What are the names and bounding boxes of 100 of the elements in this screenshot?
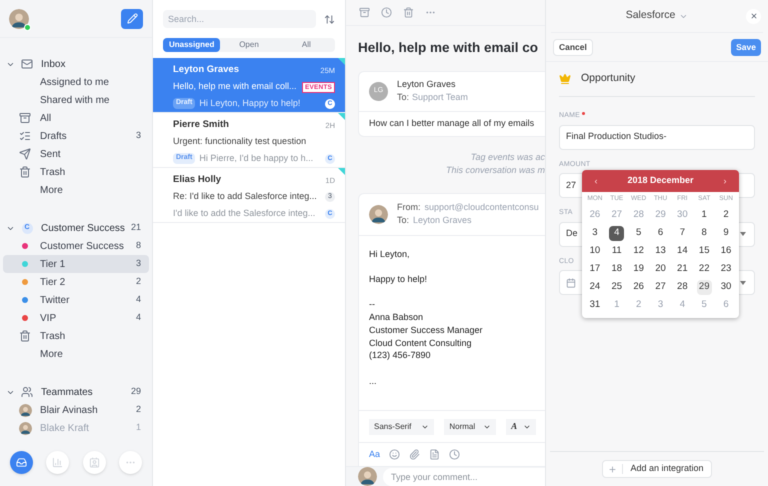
day-cell[interactable]: 15 <box>696 244 712 258</box>
text-field[interactable]: Final Production Studios- <box>559 124 755 150</box>
corner-marker <box>338 58 345 65</box>
day-cell[interactable]: 5 <box>631 226 646 240</box>
compose-button[interactable] <box>121 8 143 28</box>
attachment-icon[interactable] <box>409 449 420 460</box>
size-dropdown[interactable]: Normal <box>444 418 496 434</box>
day-cell[interactable]: 22 <box>696 262 712 276</box>
day-cell[interactable]: 26 <box>631 280 646 294</box>
sidebar-item[interactable]: Shared with me <box>3 91 149 109</box>
drafts-icon <box>19 130 31 142</box>
day-cell[interactable]: 8 <box>696 226 712 240</box>
section-title: Opportunity <box>581 71 636 86</box>
nav-button[interactable] <box>10 450 33 474</box>
day-cell[interactable]: 20 <box>652 262 668 276</box>
day-cell[interactable]: 3 <box>587 226 602 240</box>
section-label[interactable]: Teammates <box>41 384 131 400</box>
sidebar-item[interactable]: More <box>3 345 149 363</box>
field-value: De <box>566 227 578 240</box>
filter-tab[interactable]: Open <box>220 38 278 52</box>
avatar <box>358 467 377 486</box>
filter-tab[interactable]: All <box>278 38 335 52</box>
sidebar-item[interactable]: Trash <box>3 163 149 181</box>
sent-icon <box>19 148 31 160</box>
day-cell[interactable]: 16 <box>718 244 734 258</box>
day-cell[interactable]: 21 <box>674 262 690 276</box>
item-label: Customer Success <box>40 240 125 254</box>
sidebar-item[interactable]: All <box>3 109 149 127</box>
day-cell[interactable]: 29 <box>696 280 712 294</box>
day-cell[interactable]: 12 <box>631 244 646 258</box>
item-label: Blake Kraft <box>40 422 90 436</box>
comment-field[interactable]: Type your comment... <box>383 468 545 486</box>
day-cell[interactable]: 1 <box>696 208 712 222</box>
font-dropdown[interactable]: Sans-Serif <box>369 418 434 434</box>
avatar <box>18 404 32 416</box>
sidebar-item[interactable]: Twitter 4 <box>3 291 149 309</box>
sidebar-item[interactable]: VIP 4 <box>3 309 149 327</box>
day-cell[interactable]: 14 <box>674 244 690 258</box>
clock-icon[interactable] <box>381 7 392 18</box>
day-cell[interactable]: 30 <box>718 280 734 294</box>
month-title: 2018 December <box>627 174 694 188</box>
day-cell[interactable]: 6 <box>652 226 668 240</box>
template-icon[interactable] <box>429 449 440 460</box>
sidebar-item[interactable]: Tier 2 2 <box>3 273 149 291</box>
format-toggle[interactable]: Aa <box>369 448 380 462</box>
conversation-title: Hello, help me with email co <box>358 39 538 58</box>
sidebar-item[interactable]: Sent <box>3 145 149 163</box>
clock-icon[interactable] <box>449 449 460 460</box>
item-label: Trash <box>40 166 66 180</box>
day-cell[interactable]: 17 <box>587 262 602 276</box>
add-integration-button[interactable]: Add an integration <box>602 460 712 478</box>
preview-text: I'd like to add the Salesforce integ... <box>173 206 316 220</box>
crown-icon <box>559 73 571 85</box>
day-cell[interactable]: 25 <box>609 280 624 294</box>
avatar <box>18 422 32 434</box>
section-label[interactable]: Inbox <box>41 56 141 72</box>
day-cell[interactable]: 7 <box>674 226 690 240</box>
item-label: Assigned to me <box>40 76 110 90</box>
subject-text: Urgent: functionality test question <box>173 135 306 148</box>
sidebar-item[interactable]: Customer Success 8 <box>3 237 149 255</box>
corner-marker <box>338 168 345 175</box>
item-count: 2 <box>136 403 141 416</box>
day-cell[interactable]: 13 <box>652 244 668 258</box>
cancel-button[interactable]: Cancel <box>553 38 593 56</box>
sort-icon[interactable] <box>324 14 335 24</box>
style-dropdown[interactable]: A <box>506 418 536 434</box>
sidebar-item[interactable]: More <box>3 181 149 199</box>
trash-icon[interactable] <box>403 7 414 18</box>
plus-icon <box>608 464 618 474</box>
day-cell[interactable]: 9 <box>718 226 734 240</box>
sidebar-item[interactable]: Tier 1 3 <box>3 255 149 273</box>
day-cell[interactable]: 31 <box>587 298 602 312</box>
reply-line: ... <box>369 374 378 388</box>
sidebar-item[interactable]: Blair Avinash 2 <box>3 401 149 419</box>
item-label: More <box>40 348 64 362</box>
day-cell[interactable]: 10 <box>587 244 602 258</box>
day-cell[interactable]: 4 <box>609 226 624 240</box>
day-cell[interactable]: 11 <box>609 244 624 258</box>
day-cell[interactable]: 27 <box>652 280 668 294</box>
search-field[interactable]: Search... <box>163 10 316 28</box>
next-month-button[interactable]: › <box>718 174 731 188</box>
day-cell[interactable]: 18 <box>609 262 624 276</box>
day-cell[interactable]: 2 <box>718 208 734 222</box>
emoji-icon[interactable] <box>389 449 400 460</box>
sender-name: Pierre Smith <box>173 118 229 132</box>
close-button[interactable] <box>746 8 761 24</box>
previous-month-button[interactable]: ‹ <box>590 174 602 188</box>
sender-name: Elias Holly <box>173 173 222 187</box>
panel-title[interactable]: Salesforce <box>626 8 676 24</box>
day-cell[interactable]: 28 <box>674 280 690 294</box>
sidebar-item[interactable]: Assigned to me <box>3 73 149 91</box>
archive-icon[interactable] <box>359 7 370 18</box>
day-cell[interactable]: 23 <box>718 262 734 276</box>
section-label[interactable]: Customer Success <box>41 220 131 236</box>
day-cell[interactable]: 24 <box>587 280 602 294</box>
sidebar-item[interactable]: Trash <box>3 327 149 345</box>
item-count: 8 <box>136 239 141 252</box>
day-cell[interactable]: 19 <box>631 262 646 276</box>
sidebar-item[interactable]: Drafts 3 <box>3 127 149 145</box>
filter-tab[interactable]: Unassigned <box>163 38 220 52</box>
